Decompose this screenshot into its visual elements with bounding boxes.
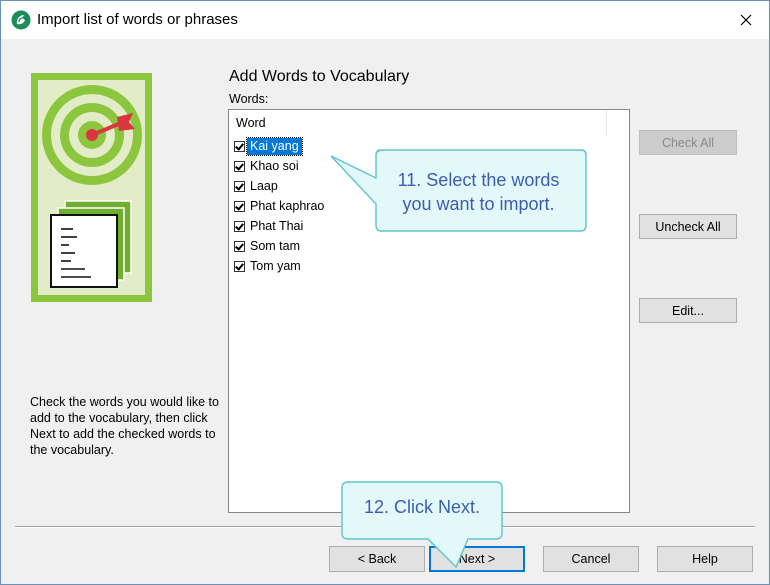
cancel-button[interactable]: Cancel — [543, 546, 639, 572]
import-dialog: Import list of words or phrases Check th… — [0, 0, 770, 585]
check-all-button[interactable]: Check All — [639, 130, 737, 155]
list-item-label: Som tam — [250, 238, 301, 253]
instruction-text: Check the words you would like to add to… — [30, 395, 219, 457]
document-stack-icon — [50, 200, 132, 288]
checkbox-checked[interactable] — [234, 240, 245, 252]
help-button[interactable]: Help — [657, 546, 753, 572]
list-item-label: Tom yam — [250, 258, 301, 273]
click-next-callout-shape — [341, 481, 503, 569]
section-title: Add Words to Vocabulary — [229, 68, 410, 85]
list-item[interactable]: Som tam — [234, 237, 303, 255]
list-item[interactable]: Khao soi — [234, 157, 302, 175]
select-words-callout: 11. Select the words you want to import. — [376, 168, 581, 216]
vocabulary-illustration — [31, 73, 152, 302]
close-button[interactable] — [723, 1, 769, 39]
checkbox-checked[interactable] — [234, 200, 245, 212]
words-label: Words: — [229, 92, 269, 106]
column-header-label: Word — [236, 116, 266, 130]
list-item[interactable]: Laap — [234, 177, 281, 195]
dragon-app-icon — [11, 10, 31, 30]
checkbox-checked[interactable] — [234, 140, 245, 152]
checkbox-checked[interactable] — [234, 180, 245, 192]
callout-line: 11. Select the words — [397, 170, 560, 190]
list-item[interactable]: Phat Thai — [234, 217, 306, 235]
checkbox-checked[interactable] — [234, 160, 245, 172]
uncheck-all-button[interactable]: Uncheck All — [639, 214, 737, 239]
list-item-label: Phat Thai — [250, 218, 304, 233]
list-item-label: Khao soi — [250, 158, 299, 173]
list-item[interactable]: Tom yam — [234, 257, 304, 275]
checkbox-checked[interactable] — [234, 220, 245, 232]
callout-line: you want to import. — [402, 194, 555, 214]
edit-button[interactable]: Edit... — [639, 298, 737, 323]
list-item-label: Laap — [250, 178, 278, 193]
list-item[interactable]: Kai yang — [234, 136, 303, 156]
target-icon — [42, 85, 142, 185]
column-header-word[interactable]: Word — [229, 110, 607, 136]
click-next-callout: 12. Click Next. — [363, 497, 481, 517]
list-item-label: Kai yang — [246, 136, 303, 156]
checkbox-checked[interactable] — [234, 260, 245, 272]
title-bar: Import list of words or phrases — [1, 1, 769, 39]
window-title: Import list of words or phrases — [37, 11, 238, 28]
close-icon — [740, 14, 752, 26]
